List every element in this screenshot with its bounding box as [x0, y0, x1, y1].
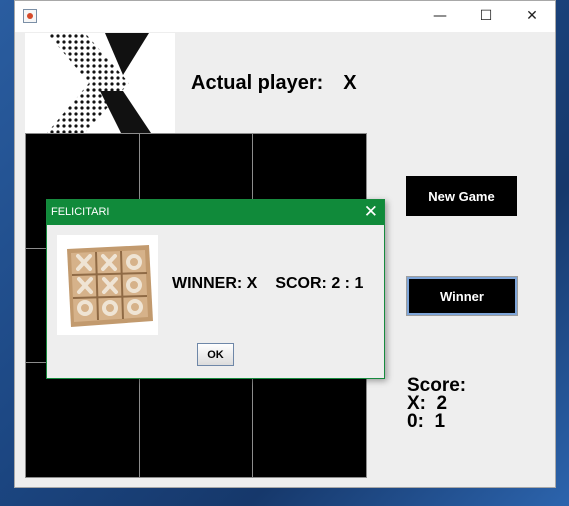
- new-game-button[interactable]: New Game: [406, 176, 517, 216]
- board-cell[interactable]: [253, 363, 366, 477]
- winner-text: WINNER: X: [172, 275, 258, 292]
- tic-tac-toe-board-image: [57, 235, 158, 335]
- ok-button[interactable]: OK: [197, 343, 234, 366]
- x-logo-image: [25, 33, 175, 133]
- score-o: 0: 1: [407, 411, 446, 432]
- actual-player-label: Actual player:: [191, 72, 324, 94]
- board-cell[interactable]: [26, 363, 139, 477]
- window-titlebar: — ☐ ✕: [15, 1, 555, 32]
- score-text: SCOR: 2 : 1: [275, 275, 364, 292]
- dialog-title: FELICITARI: [51, 206, 110, 218]
- winner-button[interactable]: Winner: [406, 276, 518, 316]
- dialog-close-button[interactable]: ✕: [364, 202, 378, 222]
- board-cell[interactable]: [139, 363, 253, 477]
- actual-player-indicator: Actual player: X: [191, 72, 357, 95]
- maximize-button[interactable]: ☐: [463, 1, 509, 32]
- java-app-icon: [23, 9, 37, 23]
- dialog-titlebar: FELICITARI ✕: [47, 200, 384, 225]
- dialog-message: WINNER: X SCOR: 2 : 1: [172, 275, 363, 293]
- close-button[interactable]: ✕: [509, 1, 555, 32]
- score-panel: Score: X: 2 0: 1: [407, 376, 466, 432]
- actual-player-value: X: [343, 72, 357, 94]
- winner-dialog: FELICITARI ✕ WINNER: X SCOR: 2: 1 OK: [46, 199, 385, 379]
- minimize-button[interactable]: —: [417, 1, 463, 32]
